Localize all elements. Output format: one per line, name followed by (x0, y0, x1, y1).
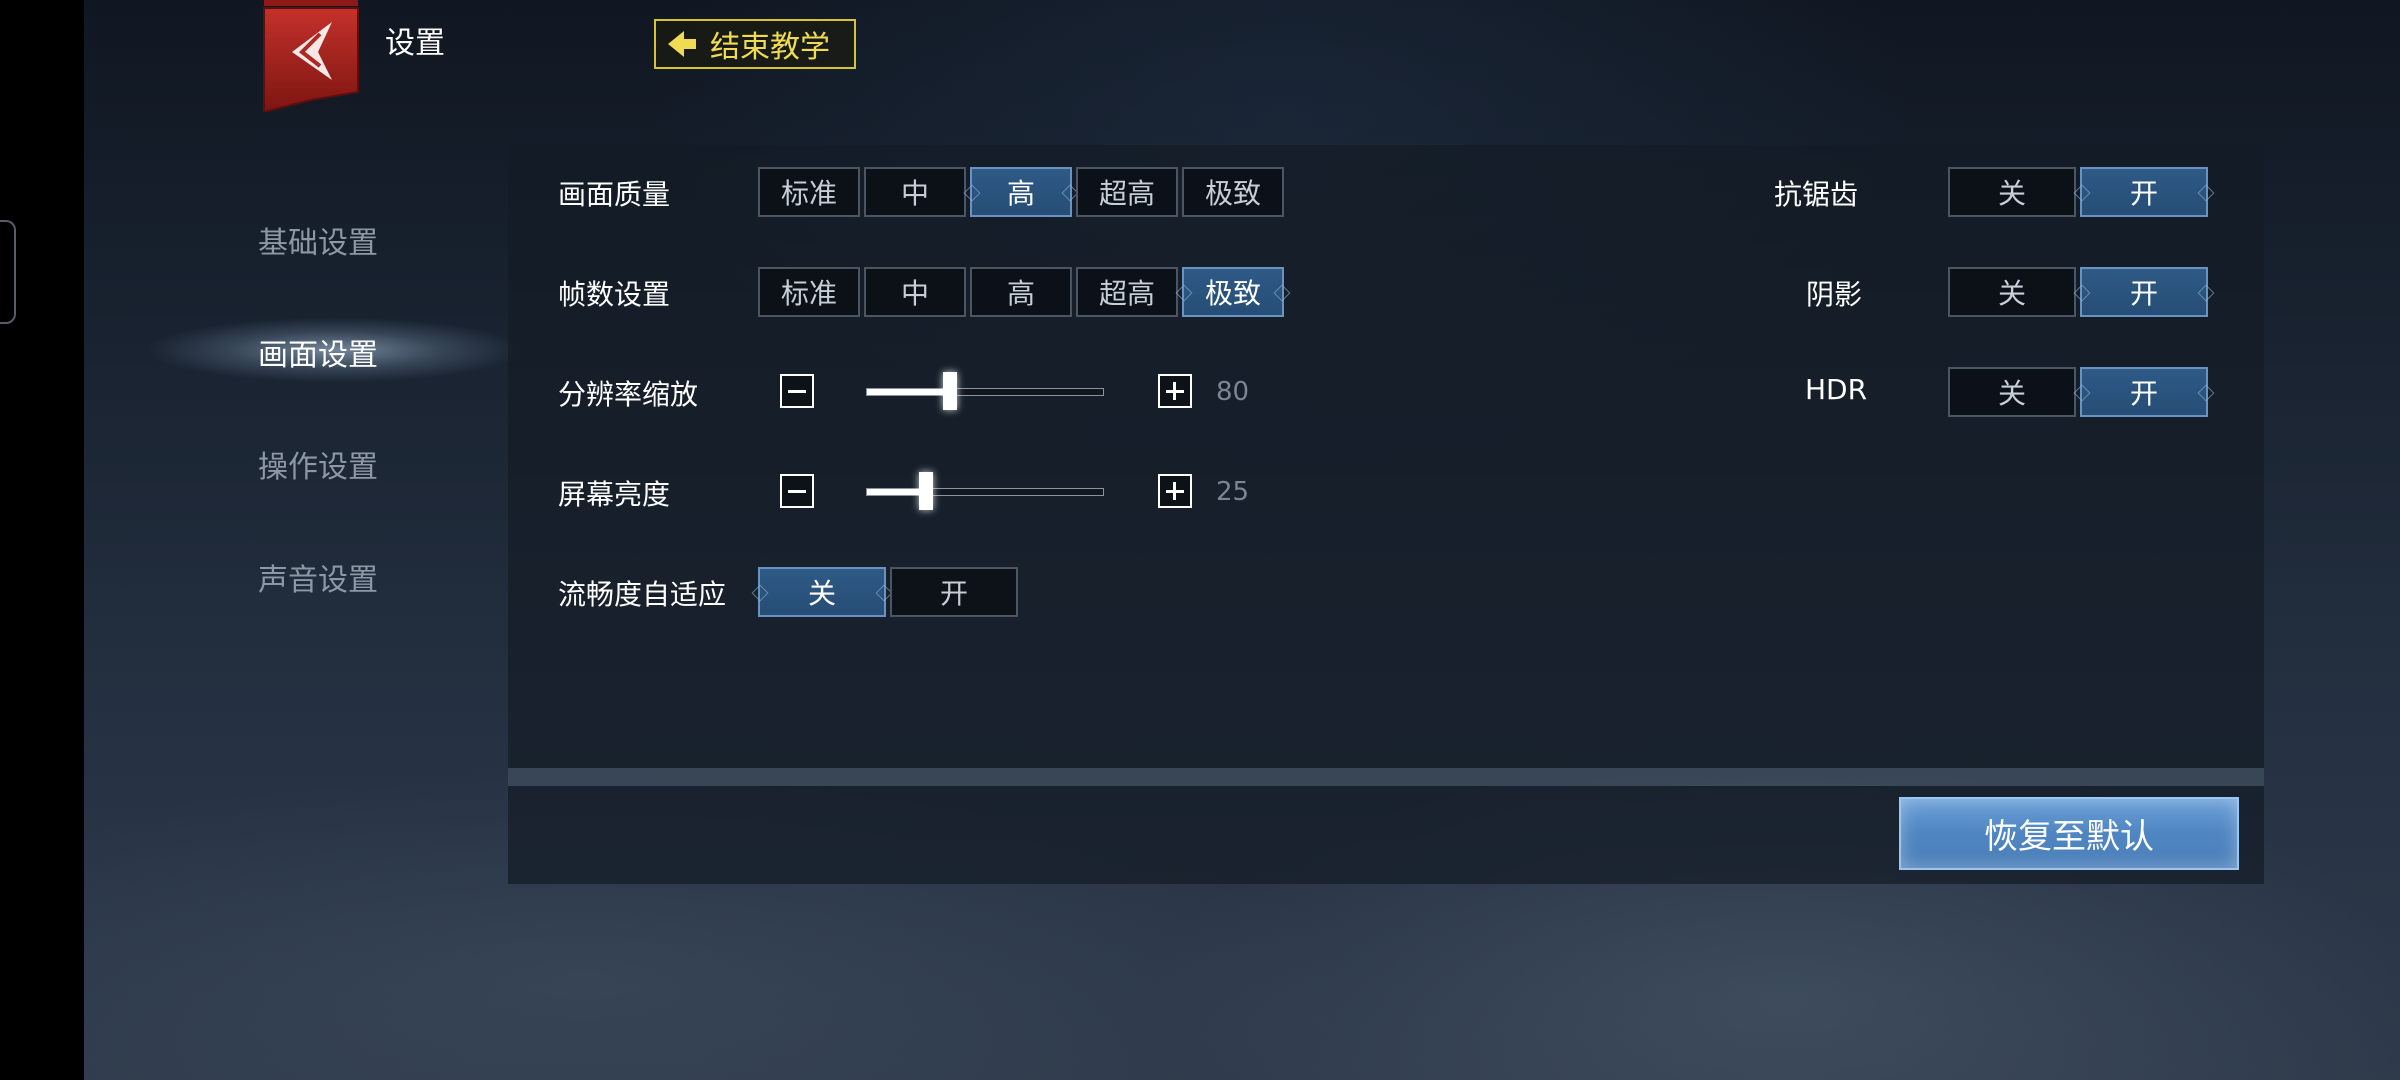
adaptive-off-label: 关 (807, 577, 836, 610)
resolution-label: 分辨率缩放 (558, 378, 699, 411)
antialiasing-on-label: 开 (2129, 177, 2158, 210)
resolution-slider[interactable] (866, 372, 1104, 410)
framerate-option-ultra[interactable]: 超高 (1076, 267, 1178, 317)
shadow-options: 关 开 (1948, 267, 2215, 317)
sidebar-item-basic[interactable]: 基础设置 (258, 218, 378, 262)
brightness-increase-button[interactable] (1158, 474, 1192, 508)
hdr-options: 关 开 (1948, 367, 2215, 417)
arrow-left-icon (668, 31, 696, 57)
plus-icon-vertical (1173, 382, 1176, 400)
settings-panel (508, 145, 2264, 768)
antialiasing-label: 抗锯齿 (1774, 178, 1859, 211)
resolution-increase-button[interactable] (1158, 374, 1192, 408)
antialiasing-options: 关 开 (1948, 167, 2215, 217)
brightness-slider-fill (867, 489, 926, 495)
page-title: 设置 (385, 26, 445, 61)
shadow-on-button[interactable]: 开 (2073, 267, 2215, 317)
shadow-label: 阴影 (1806, 278, 1863, 311)
brightness-slider-thumb[interactable] (919, 472, 933, 510)
framerate-option-medium[interactable]: 中 (864, 267, 966, 317)
minus-icon (788, 390, 806, 393)
hdr-on-button[interactable]: 开 (2073, 367, 2215, 417)
sidebar-item-controls[interactable]: 操作设置 (258, 442, 378, 486)
quality-option-high-label: 高 (1006, 177, 1035, 210)
sidebar-item-display[interactable]: 画面设置 (258, 330, 378, 374)
quality-option-medium[interactable]: 中 (864, 167, 966, 217)
hdr-off-button[interactable]: 关 (1948, 367, 2076, 417)
restore-defaults-button[interactable]: 恢复至默认 (1899, 797, 2239, 870)
resolution-slider-thumb[interactable] (943, 372, 957, 410)
sidebar-item-audio[interactable]: 声音设置 (258, 555, 378, 599)
quality-option-ultra[interactable]: 超高 (1076, 167, 1178, 217)
resolution-slider-fill (867, 389, 950, 395)
brightness-value: 25 (1216, 477, 1250, 507)
adaptive-options: 关 开 (751, 567, 1018, 617)
end-tutorial-label: 结束教学 (710, 30, 830, 65)
brightness-decrease-button[interactable] (780, 474, 814, 508)
antialiasing-on-button[interactable]: 开 (2073, 167, 2215, 217)
brightness-slider[interactable] (866, 472, 1104, 510)
plus-icon-vertical (1173, 482, 1176, 500)
quality-option-extreme[interactable]: 极致 (1182, 167, 1284, 217)
framerate-label: 帧数设置 (558, 278, 671, 311)
hdr-label: HDR (1805, 373, 1868, 406)
framerate-option-extreme-label: 极致 (1204, 277, 1261, 310)
quality-option-high[interactable]: 高 (963, 167, 1079, 217)
panel-separator (508, 768, 2264, 786)
antialiasing-off-button[interactable]: 关 (1948, 167, 2076, 217)
edge-bracket (0, 220, 16, 324)
quality-option-standard[interactable]: 标准 (758, 167, 860, 217)
minus-icon (788, 490, 806, 493)
adaptive-on-button[interactable]: 开 (890, 567, 1018, 617)
resolution-decrease-button[interactable] (780, 374, 814, 408)
adaptive-label: 流畅度自适应 (558, 578, 727, 611)
adaptive-off-button[interactable]: 关 (751, 567, 893, 617)
game-screen: 设置 结束教学 基础设置 画面设置 操作设置 声音设置 画面质量 标准 中 高 … (0, 0, 2400, 1080)
brightness-label: 屏幕亮度 (558, 478, 671, 511)
hdr-on-label: 开 (2129, 377, 2158, 410)
quality-options: 标准 中 高 超高 极致 (758, 167, 1284, 217)
back-arrow-icon[interactable] (262, 0, 360, 112)
framerate-options: 标准 中 高 超高 极致 (758, 267, 1291, 317)
framerate-option-standard[interactable]: 标准 (758, 267, 860, 317)
end-tutorial-button[interactable]: 结束教学 (654, 19, 856, 69)
framerate-option-extreme[interactable]: 极致 (1175, 267, 1291, 317)
resolution-value: 80 (1216, 377, 1250, 407)
shadow-off-button[interactable]: 关 (1948, 267, 2076, 317)
shadow-on-label: 开 (2129, 277, 2158, 310)
quality-label: 画面质量 (558, 178, 671, 211)
framerate-option-high[interactable]: 高 (970, 267, 1072, 317)
